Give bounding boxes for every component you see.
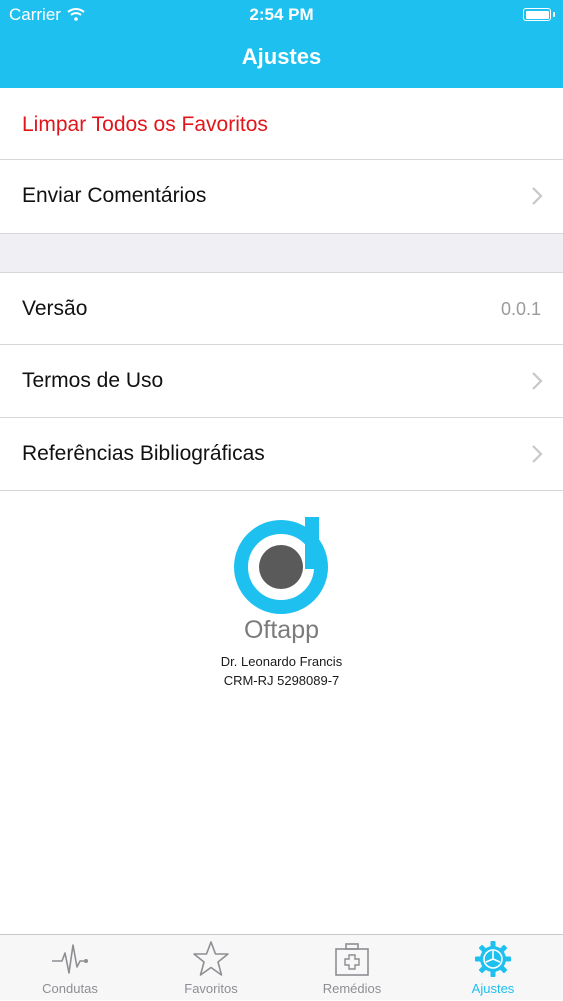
oftapp-logo-icon <box>231 517 331 622</box>
version-value: 0.0.1 <box>500 299 541 319</box>
gear-icon <box>475 941 511 977</box>
tab-ajustes[interactable]: Ajustes <box>423 935 563 1001</box>
battery-icon <box>523 8 555 21</box>
chevron-right-icon <box>531 444 543 469</box>
send-feedback-row[interactable]: Enviar Comentários <box>0 160 563 234</box>
status-time: 2:54 PM <box>249 5 314 24</box>
chevron-right-icon <box>531 371 543 396</box>
tab-remedios[interactable]: Remédios <box>282 935 422 1001</box>
clear-favorites-button[interactable]: Limpar Todos os Favoritos <box>0 88 563 160</box>
author-registration: CRM-RJ 5298089-7 <box>223 673 340 688</box>
page-title: Ajustes <box>241 44 322 69</box>
version-label: Versão <box>22 297 88 320</box>
tab-condutas[interactable]: Condutas <box>0 935 140 1001</box>
tab-label: Ajustes <box>471 981 515 996</box>
send-feedback-label: Enviar Comentários <box>22 184 207 207</box>
chevron-right-icon <box>531 186 543 211</box>
references-label: Referências Bibliográficas <box>22 442 265 465</box>
first-aid-kit-icon <box>335 943 369 976</box>
star-icon <box>193 941 229 976</box>
references-row[interactable]: Referências Bibliográficas <box>0 418 563 491</box>
tab-label: Remédios <box>322 981 382 996</box>
terms-label: Termos de Uso <box>22 369 164 392</box>
terms-row[interactable]: Termos de Uso <box>0 345 563 418</box>
version-row: Versão 0.0.1 <box>0 273 563 345</box>
header-bar: Carrier 2:54 PM Ajustes <box>0 0 563 88</box>
tab-label: Favoritos <box>184 981 238 996</box>
author-name: Dr. Leonardo Francis <box>220 654 343 669</box>
tab-favoritos[interactable]: Favoritos <box>141 935 281 1001</box>
brand-name: Oftapp <box>243 616 320 644</box>
tab-bar: Condutas Favoritos Remédios Ajustes <box>0 934 563 1000</box>
tab-label: Condutas <box>42 981 98 996</box>
clear-favorites-label: Limpar Todos os Favoritos <box>22 113 268 136</box>
section-separator <box>0 234 563 273</box>
pulse-icon <box>52 944 88 974</box>
status-bar: Carrier 2:54 PM <box>0 0 563 30</box>
